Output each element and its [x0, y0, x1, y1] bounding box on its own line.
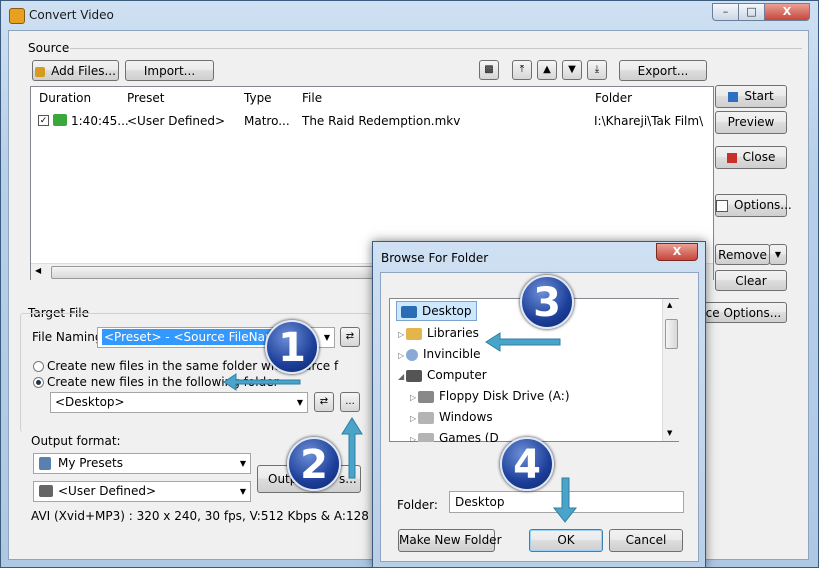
arrow-2 — [341, 417, 363, 479]
arrow-1 — [223, 373, 301, 391]
step-badge-3: 3 — [520, 275, 574, 329]
arrow-3 — [485, 332, 561, 352]
arrow-4 — [552, 477, 578, 523]
step-badge-2: 2 — [287, 437, 341, 491]
step-badge-4: 4 — [500, 437, 554, 491]
annotation-arrows — [223, 332, 578, 523]
step-badge-1: 1 — [265, 320, 319, 374]
